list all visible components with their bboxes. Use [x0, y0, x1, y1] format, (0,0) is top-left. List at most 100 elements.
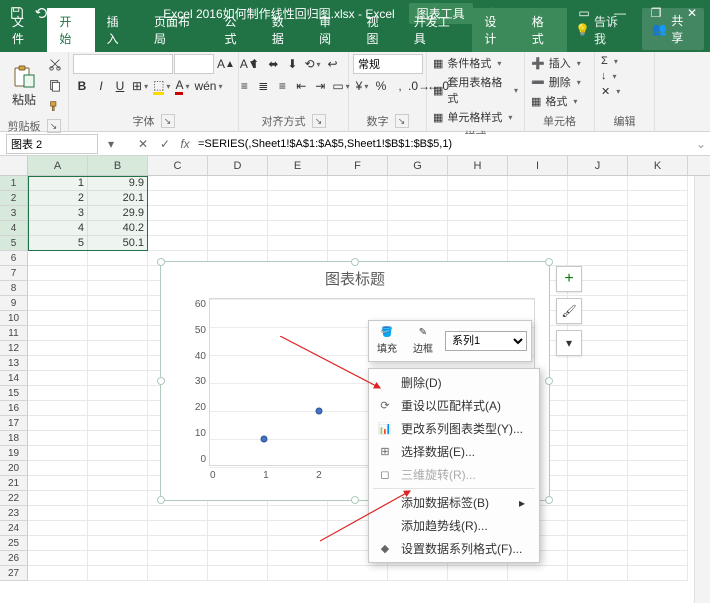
- cell[interactable]: [628, 356, 688, 371]
- cell[interactable]: [28, 251, 88, 266]
- row-header[interactable]: 8: [0, 281, 28, 296]
- increase-indent-button[interactable]: ⇥: [311, 76, 329, 96]
- cell[interactable]: [28, 266, 88, 281]
- percent-button[interactable]: %: [372, 76, 390, 96]
- row-header[interactable]: 11: [0, 326, 28, 341]
- ctx-add-trendline[interactable]: 添加趋势线(R)...: [369, 514, 539, 537]
- cell[interactable]: [628, 446, 688, 461]
- cell[interactable]: [28, 431, 88, 446]
- cell[interactable]: [88, 371, 148, 386]
- clear-button[interactable]: ✕: [599, 84, 622, 99]
- row-header[interactable]: 3: [0, 206, 28, 221]
- clipboard-launcher[interactable]: ↘: [47, 119, 61, 133]
- decrease-indent-button[interactable]: ⇤: [292, 76, 310, 96]
- cell[interactable]: [88, 476, 148, 491]
- cell[interactable]: [268, 536, 328, 551]
- cell[interactable]: [568, 551, 628, 566]
- cell[interactable]: [448, 206, 508, 221]
- col-header-A[interactable]: A: [28, 156, 88, 175]
- tab-home[interactable]: 开始: [47, 8, 94, 52]
- cell[interactable]: 9.9: [88, 176, 148, 191]
- cell[interactable]: [28, 386, 88, 401]
- col-header-C[interactable]: C: [148, 156, 208, 175]
- name-box-dropdown[interactable]: ▾: [100, 134, 122, 154]
- cell[interactable]: [328, 221, 388, 236]
- paste-button[interactable]: 粘贴: [4, 61, 44, 110]
- ctx-change-type[interactable]: 📊更改系列图表类型(Y)...: [369, 417, 539, 440]
- cell[interactable]: [88, 566, 148, 581]
- cell[interactable]: [448, 176, 508, 191]
- wrap-text-button[interactable]: ↩: [324, 54, 342, 74]
- cell[interactable]: [88, 266, 148, 281]
- cell[interactable]: [28, 416, 88, 431]
- row-header[interactable]: 21: [0, 476, 28, 491]
- cell[interactable]: 2: [28, 191, 88, 206]
- cell-styles-button[interactable]: ▦单元格样式: [431, 108, 514, 126]
- cell[interactable]: 3: [28, 206, 88, 221]
- cell[interactable]: [28, 356, 88, 371]
- cell[interactable]: [88, 416, 148, 431]
- cell[interactable]: [88, 506, 148, 521]
- row-header[interactable]: 18: [0, 431, 28, 446]
- cell[interactable]: [568, 371, 628, 386]
- cell[interactable]: [628, 206, 688, 221]
- tab-view[interactable]: 视图: [354, 8, 401, 52]
- cell[interactable]: [268, 551, 328, 566]
- row-header[interactable]: 19: [0, 446, 28, 461]
- orientation-button[interactable]: ⟲: [302, 54, 322, 74]
- cell[interactable]: [28, 521, 88, 536]
- formula-input[interactable]: [194, 134, 692, 154]
- cell[interactable]: [628, 371, 688, 386]
- row-header[interactable]: 20: [0, 461, 28, 476]
- number-format-input[interactable]: [353, 54, 423, 74]
- row-header[interactable]: 7: [0, 266, 28, 281]
- cell[interactable]: 29.9: [88, 206, 148, 221]
- cell[interactable]: [628, 311, 688, 326]
- cell[interactable]: [328, 206, 388, 221]
- cell[interactable]: [628, 326, 688, 341]
- cell[interactable]: [328, 566, 388, 581]
- cell[interactable]: [88, 536, 148, 551]
- chart-title[interactable]: 图表标题: [161, 262, 549, 291]
- row-header[interactable]: 6: [0, 251, 28, 266]
- ctx-delete[interactable]: 删除(D): [369, 371, 539, 394]
- cell[interactable]: [568, 221, 628, 236]
- col-header-J[interactable]: J: [568, 156, 628, 175]
- cell[interactable]: [28, 551, 88, 566]
- cell[interactable]: [568, 491, 628, 506]
- cell[interactable]: [268, 236, 328, 251]
- cell[interactable]: [88, 446, 148, 461]
- accept-formula-button[interactable]: ✓: [154, 134, 176, 154]
- cell[interactable]: [88, 551, 148, 566]
- cell[interactable]: [388, 236, 448, 251]
- cell[interactable]: [628, 551, 688, 566]
- cell[interactable]: [148, 566, 208, 581]
- select-all-corner[interactable]: [0, 156, 28, 175]
- cell[interactable]: [568, 476, 628, 491]
- cell[interactable]: [148, 221, 208, 236]
- cell[interactable]: [628, 506, 688, 521]
- cell[interactable]: [148, 191, 208, 206]
- row-header[interactable]: 5: [0, 236, 28, 251]
- cell[interactable]: [268, 566, 328, 581]
- cell[interactable]: [28, 461, 88, 476]
- cell[interactable]: [148, 506, 208, 521]
- cell[interactable]: [628, 401, 688, 416]
- cell[interactable]: 50.1: [88, 236, 148, 251]
- tab-review[interactable]: 审阅: [307, 8, 354, 52]
- cell[interactable]: [88, 521, 148, 536]
- align-left-button[interactable]: ≡: [235, 76, 253, 96]
- cell[interactable]: [628, 236, 688, 251]
- mini-outline-button[interactable]: ✎边框: [409, 325, 437, 357]
- cell[interactable]: [88, 311, 148, 326]
- cell[interactable]: [508, 221, 568, 236]
- cell[interactable]: [208, 536, 268, 551]
- comma-button[interactable]: ,: [391, 76, 409, 96]
- cell[interactable]: [88, 296, 148, 311]
- fill-color-button[interactable]: ⬚: [151, 76, 172, 96]
- cell[interactable]: [628, 176, 688, 191]
- cell[interactable]: [448, 221, 508, 236]
- border-button[interactable]: ⊞: [130, 76, 150, 96]
- number-launcher[interactable]: ↘: [395, 114, 409, 128]
- cell[interactable]: 5: [28, 236, 88, 251]
